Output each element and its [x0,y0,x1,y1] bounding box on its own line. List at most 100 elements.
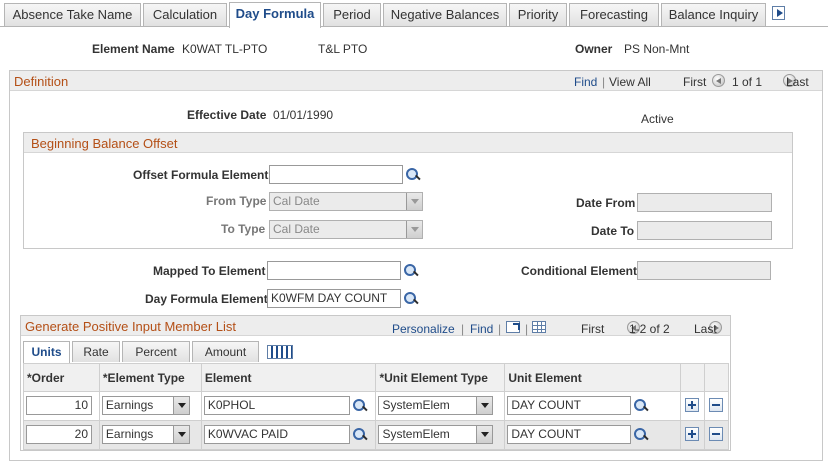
owner-label: Owner [575,42,613,56]
next-tab-arrow-icon[interactable] [772,6,785,20]
column-add [680,363,706,392]
tab-period[interactable]: Period [323,3,381,26]
day-formula-lookup-icon[interactable] [403,291,419,307]
to-type-select[interactable]: Cal Date [269,220,423,239]
date-to-input[interactable] [637,221,772,240]
unit-element-lookup-icon[interactable] [633,398,649,414]
offset-formula-element-input[interactable] [269,165,403,184]
column-delete [704,363,729,392]
mapped-to-element-label: Mapped To Element [153,264,266,278]
definition-last: Last [786,75,809,89]
element-type-value: Earnings [105,398,154,412]
offset-header: Beginning Balance Offset [24,133,792,153]
mapped-to-lookup-icon[interactable] [403,263,419,279]
from-type-value: Cal Date [273,194,320,208]
column-unit-element[interactable]: Unit Element [504,363,682,392]
tab-calculation[interactable]: Calculation [143,3,227,26]
tab-priority[interactable]: Priority [509,3,567,26]
effective-date-label: Effective Date [187,108,267,122]
tab-percent[interactable]: Percent [122,341,190,362]
tab-negative-balances[interactable]: Negative Balances [383,3,507,26]
member-first: First [581,322,605,336]
owner-value: PS Non-Mnt [624,42,690,56]
unit-element-input[interactable]: DAY COUNT [507,396,632,415]
member-grid: *Order *Element Type Element *Unit Eleme… [23,363,729,450]
delete-row-minus-icon[interactable] [709,427,724,441]
chevron-down-icon [476,397,493,414]
definition-first: First [683,75,707,89]
member-find-link[interactable]: Find [470,322,493,336]
conditional-element-input[interactable] [637,261,771,280]
offset-title: Beginning Balance Offset [31,136,178,151]
tab-day-formula[interactable]: Day Formula [229,2,321,28]
column-unit-element-type[interactable]: *Unit Element Type [375,363,506,392]
unit-element-type-value: SystemElem [382,398,450,412]
add-row-plus-icon[interactable] [685,398,700,412]
member-list-title: Generate Positive Input Member List [25,319,236,334]
tab-rate[interactable]: Rate [72,341,120,362]
definition-group: Definition Find | View All First 1 of 1 … [9,70,823,461]
show-all-columns-icon[interactable] [267,345,293,359]
tab-balance-inquiry[interactable]: Balance Inquiry [661,3,766,26]
from-type-select[interactable]: Cal Date [269,192,423,211]
element-lookup-icon[interactable] [352,427,368,443]
day-formula-element-input[interactable]: K0WFM DAY COUNT [267,289,401,308]
tab-units[interactable]: Units [23,341,70,363]
unit-element-input[interactable]: DAY COUNT [507,425,632,444]
column-order[interactable]: *Order [23,363,100,392]
element-name-value: K0WAT TL-PTO [182,42,268,56]
member-list-header: Generate Positive Input Member List Pers… [21,316,730,336]
page-tab-bar: Absence Take Name Calculation Day Formul… [0,0,828,28]
download-grid-icon[interactable] [532,321,546,333]
previous-row-icon[interactable] [712,74,725,87]
date-from-label: Date From [576,196,636,210]
tab-absence-take-name[interactable]: Absence Take Name [4,3,141,26]
order-input[interactable]: 10 [26,396,92,415]
from-type-label: From Type [206,194,267,208]
date-to-label: Date To [591,224,635,238]
table-row: 20 Earnings K0WVAC PAID SystemElem DAY C… [23,420,729,450]
chevron-down-icon [172,426,189,443]
unit-element-type-select[interactable]: SystemElem [378,425,494,444]
day-formula-element-label: Day Formula Element [145,292,268,306]
element-type-value: Earnings [105,427,154,441]
tab-amount[interactable]: Amount [192,341,259,362]
element-input[interactable]: K0PHOL [203,396,350,415]
tab-forecasting[interactable]: Forecasting [569,3,659,26]
definition-title: Definition [14,74,69,89]
element-type-select[interactable]: Earnings [101,425,190,444]
order-input[interactable]: 20 [26,425,92,444]
definition-view-all: View All [609,75,651,89]
element-description: T&L PTO [318,42,368,56]
view-all-zoom-icon[interactable] [506,321,520,333]
element-lookup-icon[interactable] [352,398,368,414]
grid-header-row: *Order *Element Type Element *Unit Eleme… [23,363,729,392]
separator: | [525,322,529,336]
add-row-plus-icon[interactable] [685,427,700,441]
date-from-input[interactable] [637,193,772,212]
mapped-to-element-input[interactable] [267,261,401,280]
conditional-element-label: Conditional Element [521,264,638,278]
status-value: Active [641,112,674,126]
element-input[interactable]: K0WVAC PAID [203,425,350,444]
unit-element-type-value: SystemElem [382,427,450,441]
column-element[interactable]: Element [200,363,377,392]
unit-element-type-select[interactable]: SystemElem [378,396,494,415]
offset-formula-lookup-icon[interactable] [405,167,421,183]
delete-row-minus-icon[interactable] [709,398,724,412]
column-element-type[interactable]: *Element Type [98,363,202,392]
element-type-select[interactable]: Earnings [101,396,190,415]
member-range: 1-2 of 2 [629,322,670,336]
separator: | [602,75,606,89]
chevron-down-icon [172,397,189,414]
chevron-down-icon [406,221,422,238]
beginning-balance-offset-group: Beginning Balance Offset Offset Formula … [23,132,793,249]
member-last: Last [694,322,717,336]
effective-date-value: 01/01/1990 [273,108,334,122]
definition-range: 1 of 1 [732,75,763,89]
element-name-label: Element Name [92,42,175,56]
personalize-link[interactable]: Personalize [392,322,455,336]
definition-find-link[interactable]: Find [574,75,597,89]
unit-element-lookup-icon[interactable] [633,427,649,443]
offset-formula-element-label: Offset Formula Element [133,168,269,182]
